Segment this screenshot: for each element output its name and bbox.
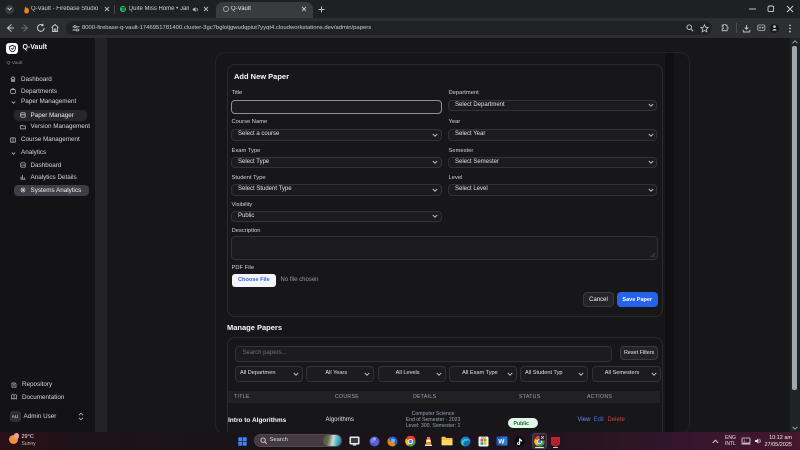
svg-text:W: W [498, 439, 505, 446]
svg-text:1: 1 [743, 439, 745, 443]
